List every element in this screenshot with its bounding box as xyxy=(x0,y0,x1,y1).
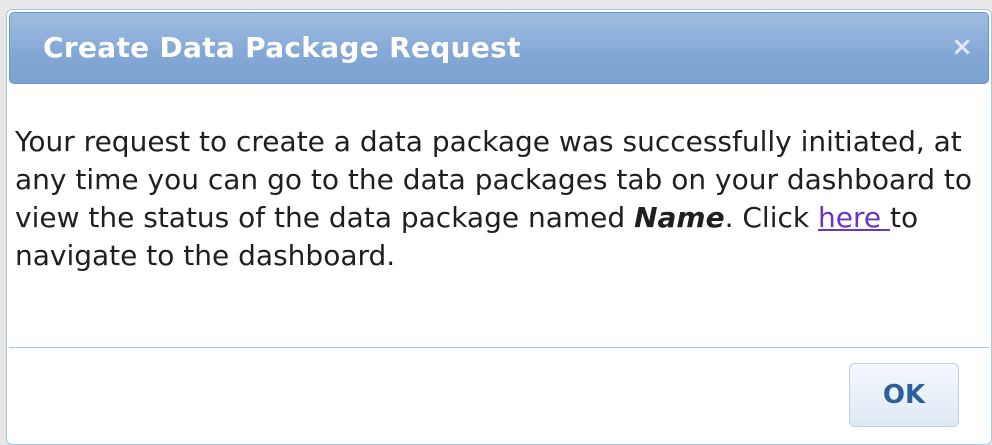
dialog-title: Create Data Package Request xyxy=(43,31,521,64)
dialog-message: Your request to create a data package wa… xyxy=(15,123,983,275)
package-name: Name xyxy=(634,201,725,234)
dashboard-link[interactable]: here xyxy=(818,201,890,234)
close-icon[interactable]: × xyxy=(948,33,976,61)
ok-button[interactable]: OK xyxy=(849,363,959,427)
create-data-package-dialog: Create Data Package Request × Your reque… xyxy=(6,9,992,445)
dialog-titlebar: Create Data Package Request × xyxy=(9,12,989,84)
message-text-middle: . Click xyxy=(724,201,818,234)
dialog-button-pane: OK xyxy=(9,347,989,444)
